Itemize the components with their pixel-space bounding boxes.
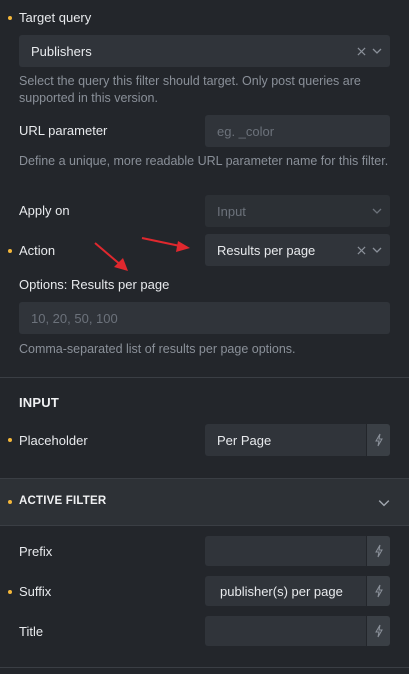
modified-indicator-dot	[8, 590, 12, 594]
options-help: Comma-separated list of results per page…	[19, 342, 296, 356]
apply-on-select[interactable]: Input	[205, 195, 390, 227]
url-parameter-help: Define a unique, more readable URL param…	[19, 154, 389, 168]
target-query-select[interactable]: Publishers	[19, 35, 390, 67]
chevron-down-icon[interactable]	[372, 245, 382, 255]
input-section-title: INPUT	[19, 395, 59, 410]
apply-on-value: Input	[217, 203, 246, 219]
clear-x-icon[interactable]	[357, 46, 366, 56]
url-parameter-placeholder: eg. _color	[217, 123, 275, 139]
target-query-value: Publishers	[31, 43, 92, 59]
target-query-help: Select the query this filter should targ…	[19, 74, 361, 105]
options-placeholder: 10, 20, 50, 100	[31, 310, 118, 326]
modified-indicator-dot	[8, 438, 12, 442]
title-input[interactable]	[205, 616, 390, 646]
chevron-down-icon[interactable]	[378, 497, 390, 509]
url-parameter-label: URL parameter	[19, 123, 108, 138]
dynamic-data-bolt-icon	[374, 584, 383, 598]
action-select[interactable]: Results per page	[205, 234, 390, 266]
prefix-label: Prefix	[19, 544, 53, 559]
placeholder-label: Placeholder	[19, 433, 88, 448]
prefix-input[interactable]	[205, 536, 390, 566]
clear-x-icon[interactable]	[357, 245, 366, 255]
suffix-input[interactable]: publisher(s) per page	[205, 576, 390, 606]
suffix-value: publisher(s) per page	[220, 583, 343, 599]
placeholder-input[interactable]: Per Page	[205, 424, 390, 456]
section-divider	[0, 377, 409, 378]
options-input[interactable]: 10, 20, 50, 100	[19, 302, 390, 334]
apply-on-label: Apply on	[19, 203, 70, 218]
dynamic-data-bolt-icon	[374, 624, 383, 638]
modified-indicator-dot	[8, 249, 12, 253]
dynamic-data-button[interactable]	[366, 536, 390, 566]
active-filter-header[interactable]: ACTIVE FILTER	[0, 478, 409, 526]
modified-indicator-dot	[8, 16, 12, 20]
title-label: Title	[19, 624, 44, 639]
dynamic-data-bolt-icon	[374, 544, 383, 558]
dynamic-data-button[interactable]	[366, 576, 390, 606]
active-filter-title: ACTIVE FILTER	[19, 495, 107, 507]
section-divider	[0, 667, 409, 668]
dynamic-data-button[interactable]	[366, 616, 390, 646]
placeholder-value: Per Page	[217, 432, 272, 448]
annotation-arrow	[94, 237, 190, 271]
dynamic-data-bolt-icon	[374, 433, 383, 447]
target-query-label: Target query	[19, 10, 92, 25]
action-value: Results per page	[217, 242, 316, 258]
suffix-label: Suffix	[19, 584, 52, 599]
options-label: Options: Results per page	[19, 277, 170, 292]
url-parameter-input[interactable]: eg. _color	[205, 115, 390, 147]
chevron-down-icon[interactable]	[372, 206, 382, 216]
dynamic-data-button[interactable]	[366, 424, 390, 456]
chevron-down-icon[interactable]	[372, 46, 382, 56]
modified-indicator-dot	[8, 500, 12, 504]
action-label: Action	[19, 243, 56, 258]
